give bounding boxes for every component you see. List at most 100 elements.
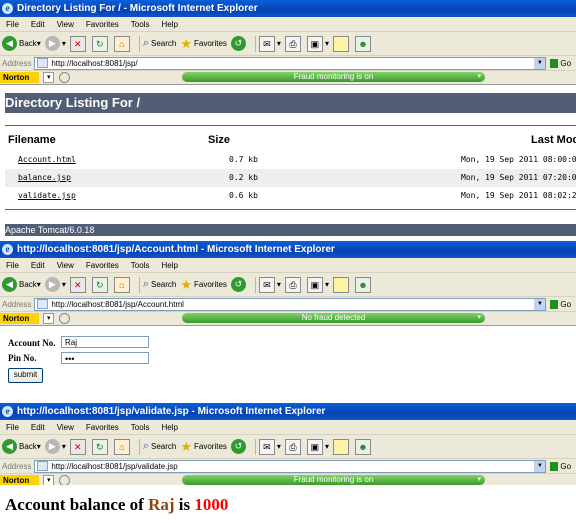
- file-link[interactable]: Account.html: [18, 155, 76, 164]
- address-dropdown-icon[interactable]: ▼: [534, 460, 546, 472]
- print-button[interactable]: ⎙: [284, 438, 303, 455]
- fraud-status-bar[interactable]: Fraud monitoring is on ▾: [182, 475, 485, 485]
- messenger-button[interactable]: ☻: [354, 438, 373, 455]
- notes-button[interactable]: [332, 438, 351, 455]
- messenger-button[interactable]: ☻: [354, 276, 373, 293]
- forward-arrow-icon: ▶: [44, 36, 60, 51]
- search-button[interactable]: ⌕ Search: [143, 278, 177, 291]
- menu-help[interactable]: Help: [155, 20, 183, 29]
- fraud-status-bar[interactable]: No fraud detected ▾: [182, 313, 485, 323]
- home-button[interactable]: ⌂: [113, 438, 132, 455]
- home-button[interactable]: ⌂: [113, 35, 132, 52]
- norton-dropdown-icon[interactable]: ▾: [43, 475, 55, 485]
- refresh-button[interactable]: ↻: [91, 35, 110, 52]
- refresh-button[interactable]: ↻: [91, 276, 110, 293]
- forward-button[interactable]: ▶ ▾: [44, 277, 66, 292]
- mail-button[interactable]: ✉ ▾: [258, 276, 281, 293]
- favorites-button[interactable]: ★ Favorites: [180, 36, 227, 52]
- norton-logo[interactable]: Norton: [0, 313, 40, 324]
- go-arrow-icon[interactable]: [550, 461, 559, 471]
- menu-edit[interactable]: Edit: [25, 261, 51, 270]
- star-icon: ★: [180, 35, 193, 51]
- history-button[interactable]: ↺: [230, 277, 248, 292]
- notes-button[interactable]: [332, 276, 351, 293]
- menu-favorites[interactable]: Favorites: [80, 20, 125, 29]
- edit-button[interactable]: ▣ ▾: [306, 35, 329, 52]
- menu-view[interactable]: View: [51, 261, 80, 270]
- history-button[interactable]: ↺: [230, 439, 248, 454]
- menu-favorites[interactable]: Favorites: [80, 261, 125, 270]
- ie-icon: e: [2, 244, 13, 255]
- norton-dropdown-icon[interactable]: ▾: [43, 313, 55, 324]
- address-dropdown-icon[interactable]: ▼: [534, 57, 546, 69]
- refresh-button[interactable]: ↻: [91, 438, 110, 455]
- pin-input[interactable]: •••: [61, 352, 149, 364]
- mail-button[interactable]: ✉ ▾: [258, 438, 281, 455]
- norton-logo[interactable]: Norton: [0, 72, 40, 83]
- notes-button[interactable]: [332, 35, 351, 52]
- norton-logo[interactable]: Norton: [0, 475, 40, 485]
- globe-icon[interactable]: [59, 475, 71, 485]
- menu-tools[interactable]: Tools: [125, 20, 156, 29]
- menu-help[interactable]: Help: [155, 423, 183, 432]
- go-arrow-icon[interactable]: [550, 58, 559, 68]
- search-button[interactable]: ⌕ Search: [143, 440, 177, 453]
- go-button[interactable]: Go: [560, 300, 571, 309]
- title-bar[interactable]: e Directory Listing For / - Microsoft In…: [0, 0, 576, 17]
- stop-button[interactable]: ✕: [69, 35, 88, 52]
- menu-file[interactable]: File: [0, 423, 25, 432]
- home-button[interactable]: ⌂: [113, 276, 132, 293]
- file-link[interactable]: balance.jsp: [18, 173, 71, 182]
- back-button[interactable]: ◀ Back ▾: [2, 277, 41, 292]
- print-button[interactable]: ⎙: [284, 35, 303, 52]
- print-button[interactable]: ⎙: [284, 276, 303, 293]
- edit-button[interactable]: ▣ ▾: [306, 276, 329, 293]
- favorites-button[interactable]: ★ Favorites: [180, 439, 227, 455]
- norton-dropdown-icon[interactable]: ▾: [43, 72, 55, 83]
- file-link[interactable]: validate.jsp: [18, 191, 76, 200]
- mail-button[interactable]: ✉ ▾: [258, 35, 281, 52]
- stop-button[interactable]: ✕: [69, 438, 88, 455]
- go-arrow-icon[interactable]: [550, 299, 559, 309]
- ie-icon: e: [2, 406, 13, 417]
- address-dropdown-icon[interactable]: ▼: [534, 298, 546, 310]
- go-button[interactable]: Go: [560, 462, 571, 471]
- globe-icon[interactable]: [59, 72, 71, 83]
- menu-tools[interactable]: Tools: [125, 423, 156, 432]
- stop-button[interactable]: ✕: [69, 276, 88, 293]
- menu-view[interactable]: View: [51, 20, 80, 29]
- messenger-button[interactable]: ☻: [354, 35, 373, 52]
- menu-view[interactable]: View: [51, 423, 80, 432]
- address-input[interactable]: http://localhost:8081/jsp/ ▼: [34, 56, 547, 70]
- globe-icon[interactable]: [59, 313, 71, 324]
- chevron-down-icon: ▾: [477, 476, 481, 483]
- edit-button[interactable]: ▣ ▾: [306, 438, 329, 455]
- forward-button[interactable]: ▶ ▾: [44, 439, 66, 454]
- fraud-status-bar[interactable]: Fraud monitoring is on ▾: [182, 72, 485, 82]
- submit-button[interactable]: submit: [8, 368, 43, 383]
- menu-edit[interactable]: Edit: [25, 20, 51, 29]
- title-bar[interactable]: e http://localhost:8081/jsp/validate.jsp…: [0, 403, 576, 420]
- menu-file[interactable]: File: [0, 20, 25, 29]
- account-label: Account No.: [8, 338, 56, 348]
- back-button[interactable]: ◀ Back ▾: [2, 439, 41, 454]
- page-icon: [37, 461, 49, 471]
- menu-favorites[interactable]: Favorites: [80, 423, 125, 432]
- title-bar[interactable]: e http://localhost:8081/jsp/Account.html…: [0, 241, 576, 258]
- favorites-button[interactable]: ★ Favorites: [180, 277, 227, 293]
- menu-help[interactable]: Help: [155, 261, 183, 270]
- menu-tools[interactable]: Tools: [125, 261, 156, 270]
- account-input[interactable]: Raj: [61, 336, 149, 348]
- chevron-down-icon: ▾: [477, 73, 481, 80]
- back-button[interactable]: ◀ Back ▾: [2, 36, 41, 51]
- address-input[interactable]: http://localhost:8081/jsp/validate.jsp ▼: [34, 459, 547, 473]
- menu-file[interactable]: File: [0, 261, 25, 270]
- page-icon: [37, 58, 49, 68]
- address-input[interactable]: http://localhost:8081/jsp/Account.html ▼: [34, 297, 547, 311]
- forward-button[interactable]: ▶ ▾: [44, 36, 66, 51]
- menu-edit[interactable]: Edit: [25, 423, 51, 432]
- menu-bar: File Edit View Favorites Tools Help: [0, 17, 576, 32]
- search-button[interactable]: ⌕ Search: [143, 37, 177, 50]
- history-button[interactable]: ↺: [230, 36, 248, 51]
- go-button[interactable]: Go: [560, 59, 571, 68]
